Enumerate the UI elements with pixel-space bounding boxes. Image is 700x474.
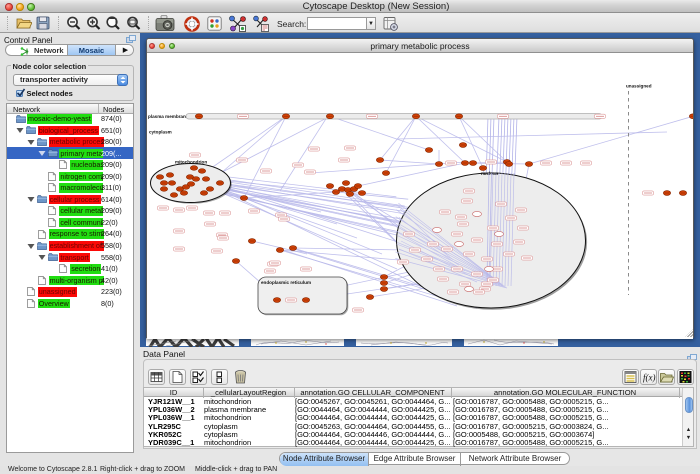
svg-text:plasma membrane: plasma membrane [148,114,189,119]
svg-text:endoplasmic reticulum: endoplasmic reticulum [261,280,311,285]
svg-text:f(x): f(x) [643,373,656,383]
svg-text:cytoplasm: cytoplasm [149,130,172,135]
svg-text:mitochondrion: mitochondrion [175,160,207,165]
svg-text:unassigned: unassigned [626,84,652,89]
